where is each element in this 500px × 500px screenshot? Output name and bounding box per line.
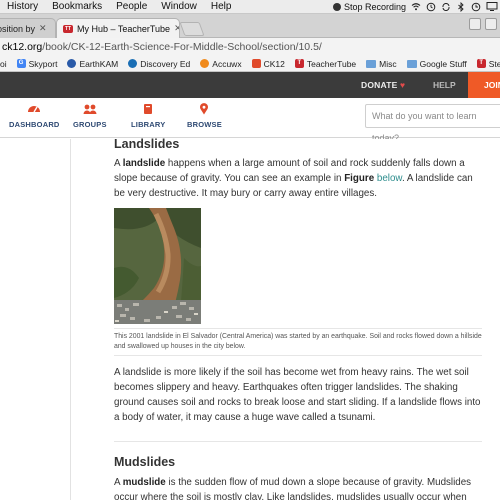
maximize-window-button[interactable] [485,18,497,30]
nav-label: LIBRARY [131,120,166,129]
menu-people[interactable]: People [109,1,154,12]
figure-label: Figure [344,173,375,184]
menu-help[interactable]: Help [204,1,239,12]
landslide-term: landslide [122,158,166,169]
bookmark-label: Misc [379,58,397,69]
dashboard-icon [28,106,41,113]
menu-extras: Stop Recording [332,0,498,14]
bookmark-stemcell[interactable]: T StemCell [476,58,500,69]
menu-window[interactable]: Window [154,1,204,12]
library-icon [144,104,153,114]
nav-dashboard[interactable]: DASHBOARD [9,103,60,129]
nav-library[interactable]: LIBRARY [131,103,165,129]
sync-icon[interactable] [441,2,451,12]
bookmark-skyport[interactable]: G Skyport [16,58,58,69]
nav-groups[interactable]: GROUPS [73,103,107,129]
bookmark-oi[interactable]: oi [0,59,7,69]
bookmark-folder-misc[interactable]: Misc [366,58,397,69]
figure-link[interactable]: below [377,173,402,184]
tab-previous[interactable]: osition by ✕ [0,18,56,38]
bookmark-ck12[interactable]: CK12 [251,58,285,69]
bookmarks-bar: oi G Skyport EarthKAM Discovery Ed Accuw… [0,56,500,72]
time-machine-icon[interactable] [426,2,436,12]
caption-bottom-rule [114,355,482,356]
stop-recording-item[interactable]: Stop Recording [332,2,406,12]
caption-top-rule [114,328,482,329]
join-button[interactable]: JOIN [468,72,500,98]
sidebar-divider [70,139,71,500]
minimize-window-button[interactable] [469,18,481,30]
text: A [114,158,123,169]
nav-label: DASHBOARD [9,120,60,129]
address-bar[interactable]: ck12.org/book/CK-12-Earth-Science-For-Mi… [0,38,500,56]
mudslides-heading: Mudslides [114,455,176,469]
bluetooth-icon[interactable] [456,1,466,13]
folder-icon [366,59,377,68]
bookmark-label: CK12 [263,58,285,69]
monitor-icon[interactable] [486,2,498,12]
text: is the sudden flow of mud down a slope b… [114,477,472,500]
bookmark-accuwx[interactable]: Accuwx [200,58,242,69]
new-tab-button[interactable] [179,22,205,36]
landslide-causes-paragraph: A landslide is more likely if the soil h… [114,367,481,423]
location-pin-icon [200,103,209,115]
discovery-icon [128,59,138,68]
menu-bar: History Bookmarks People Window Help Sto… [0,0,500,14]
bookmark-teachertube[interactable]: T TeacherTube [294,58,357,69]
menu-history[interactable]: History [0,1,45,12]
bookmark-label: Google Stuff [419,58,467,69]
landslides-paragraph: A landslide happens when a large amount … [114,156,482,201]
bookmark-label: Skyport [28,58,58,69]
tab-strip: osition by ✕ TT My Hub – TeacherTube ✕ [0,14,500,38]
bookmark-discovery-ed[interactable]: Discovery Ed [128,59,190,69]
site-top-bar: DONATE ♥ HELP JOIN [0,72,500,98]
url-host: ck12.org [2,41,43,53]
url-path: /book/CK-12-Earth-Science-For-Middle-Sch… [42,41,322,53]
bookmark-label: Accuwx [212,58,242,69]
record-icon [332,3,341,11]
clock-icon[interactable] [471,2,481,12]
folder-icon [406,59,417,68]
teachertube-icon: T [294,59,304,68]
landslide-photo [114,208,201,324]
bookmark-label: oi [0,58,7,69]
help-link[interactable]: HELP [433,72,456,98]
mudslides-paragraph: A mudslide is the sudden flow of mud dow… [114,475,482,500]
tab-label: My Hub – TeacherTube [77,23,171,34]
bookmark-label: StemCell [488,58,500,69]
bookmark-folder-google-stuff[interactable]: Google Stuff [406,58,467,69]
bookmark-label: TeacherTube [306,58,357,69]
nav-browse[interactable]: BROWSE [187,103,222,129]
stop-recording-label: Stop Recording [343,2,406,12]
figure-caption: This 2001 landslide in El Salvador (Cent… [114,333,482,350]
nav-label: BROWSE [187,120,222,129]
close-tab-icon[interactable]: ✕ [39,23,47,34]
ck12-icon [251,59,261,68]
teachertube-icon: T [476,59,486,68]
site-search-input[interactable]: What do you want to learn today? [365,104,500,143]
page-content: Landslides A landslide happens when a la… [0,137,500,500]
close-tab-icon[interactable]: ✕ [174,23,179,34]
earthkam-icon [67,59,77,68]
bookmark-earthkam[interactable]: EarthKAM [67,59,118,69]
donate-link[interactable]: DONATE ♥ [361,72,405,98]
mudslide-term: mudslide [122,477,166,488]
bookmark-label: Discovery Ed [140,58,191,69]
bookmark-label: EarthKAM [79,58,119,69]
accuweather-icon [200,59,210,68]
teachertube-favicon-icon: TT [63,24,73,33]
tab-label: osition by [0,23,36,34]
menu-bookmarks[interactable]: Bookmarks [45,1,109,12]
tab-active[interactable]: TT My Hub – TeacherTube ✕ [56,18,180,38]
heart-icon: ♥ [400,80,406,90]
section-divider [114,441,482,442]
google-icon: G [16,59,26,68]
groups-icon [83,104,97,114]
landslides-heading: Landslides [114,137,180,151]
wifi-icon[interactable] [411,2,421,12]
donate-label: DONATE [361,80,398,90]
nav-label: GROUPS [73,120,107,129]
text: A [114,477,123,488]
